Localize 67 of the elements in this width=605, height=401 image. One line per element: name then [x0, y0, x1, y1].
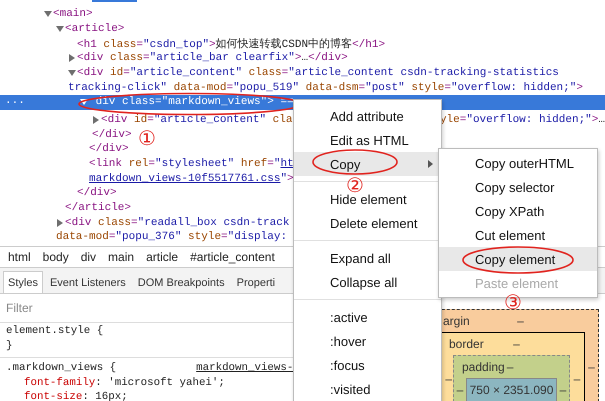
menu-item[interactable]: Expand all — [294, 246, 441, 270]
box-value: – — [456, 383, 464, 397]
code-line: <div id="article_content" class="article_content csdn-tracking-statistics — [77, 66, 559, 79]
box-value: – — [588, 360, 595, 374]
menu-item[interactable]: :focus — [294, 353, 441, 377]
annotation-number: ① — [138, 127, 156, 149]
menu-item[interactable]: Delete element — [294, 211, 441, 235]
code-line: markdown_views-10f5517761.css"> — [89, 172, 294, 185]
code-line: </div> — [92, 128, 132, 141]
right-triangle-icon[interactable] — [56, 218, 64, 227]
code-line: <div class="article_bar clearfix">…</div> — [77, 52, 348, 64]
box-value: – — [445, 372, 452, 386]
css-brace: } — [6, 340, 12, 352]
box-label: padding — [462, 360, 505, 374]
code-line: </article> — [65, 202, 132, 214]
annotation-number: ② — [346, 174, 364, 196]
box-label: border — [449, 337, 485, 351]
source-link[interactable]: markdown_views- — [196, 362, 294, 374]
down-triangle-icon[interactable] — [44, 10, 52, 18]
css-property: font-family: 'microsoft yahei'; — [23, 376, 225, 390]
down-triangle-icon[interactable] — [80, 98, 88, 106]
right-triangle-icon[interactable] — [68, 54, 76, 62]
code-line: <link rel="stylesheet" href="ht — [89, 158, 294, 170]
panel-tab[interactable]: Styles — [3, 271, 43, 293]
breadcrumb-item[interactable]: body — [42, 250, 69, 264]
box-label: argin — [443, 314, 471, 328]
menu-item[interactable]: Copy outerHTML — [439, 151, 597, 175]
menu-item[interactable]: Add attribute — [294, 104, 441, 128]
down-triangle-icon[interactable] — [56, 24, 64, 33]
css-selector: .markdown_views { — [6, 362, 116, 374]
content-box: 750 × 2351.090 — [466, 378, 557, 401]
down-triangle-icon[interactable] — [68, 68, 76, 77]
breadcrumb-item[interactable]: article — [146, 250, 178, 264]
css-selector: element.style { — [6, 325, 104, 338]
more-options-text[interactable]: ... — [5, 94, 25, 107]
code-line: <h1 class="csdn_top">如何快速转载CSDN中的博客</h1> — [77, 36, 386, 52]
box-value: – — [517, 314, 524, 328]
tab-indicator — [92, 0, 137, 2]
panel-tab[interactable]: Properti — [232, 271, 280, 293]
menu-item[interactable]: Copy XPath — [439, 199, 597, 223]
code-line: data-mod="popu_376" style="display: — [56, 231, 288, 244]
breadcrumb-item[interactable]: #article_content — [190, 250, 275, 264]
menu-item[interactable]: Copy element — [439, 247, 597, 271]
menu-item[interactable]: Copy selector — [439, 175, 597, 199]
code-line: tracking-click" data-mod="popu_519" data-dsm="post" style="overflow: hidden;"> — [68, 82, 583, 94]
code-line: <div class="readall_box csdn-track — [65, 216, 290, 229]
breadcrumb-item[interactable]: html — [8, 250, 31, 264]
code-line: <main> — [53, 8, 93, 20]
code-line: </div> — [77, 187, 117, 200]
box-value: – — [560, 383, 566, 397]
panel-tab[interactable]: DOM Breakpoints — [132, 271, 230, 293]
menu-item[interactable]: Cut element — [439, 223, 597, 247]
code-line: </div> — [89, 143, 129, 156]
menu-item[interactable]: Copy — [294, 152, 441, 176]
menu-item[interactable]: Edit as HTML — [294, 128, 441, 152]
menu-item[interactable]: :visited — [294, 377, 441, 401]
code-line: <div id="article_content" cla — [101, 114, 292, 126]
menu-item[interactable]: :hover — [294, 329, 441, 353]
box-value: – — [574, 372, 580, 386]
box-value: – — [513, 337, 520, 351]
right-triangle-icon[interactable] — [92, 116, 100, 124]
breadcrumb-item[interactable]: main — [108, 250, 134, 264]
code-line: <article> — [65, 22, 124, 35]
menu-item[interactable]: Collapse all — [294, 270, 441, 294]
box-value: – — [506, 360, 514, 374]
panel-tab[interactable]: Event Listeners — [44, 271, 131, 293]
breadcrumb-item[interactable]: div — [80, 250, 96, 264]
